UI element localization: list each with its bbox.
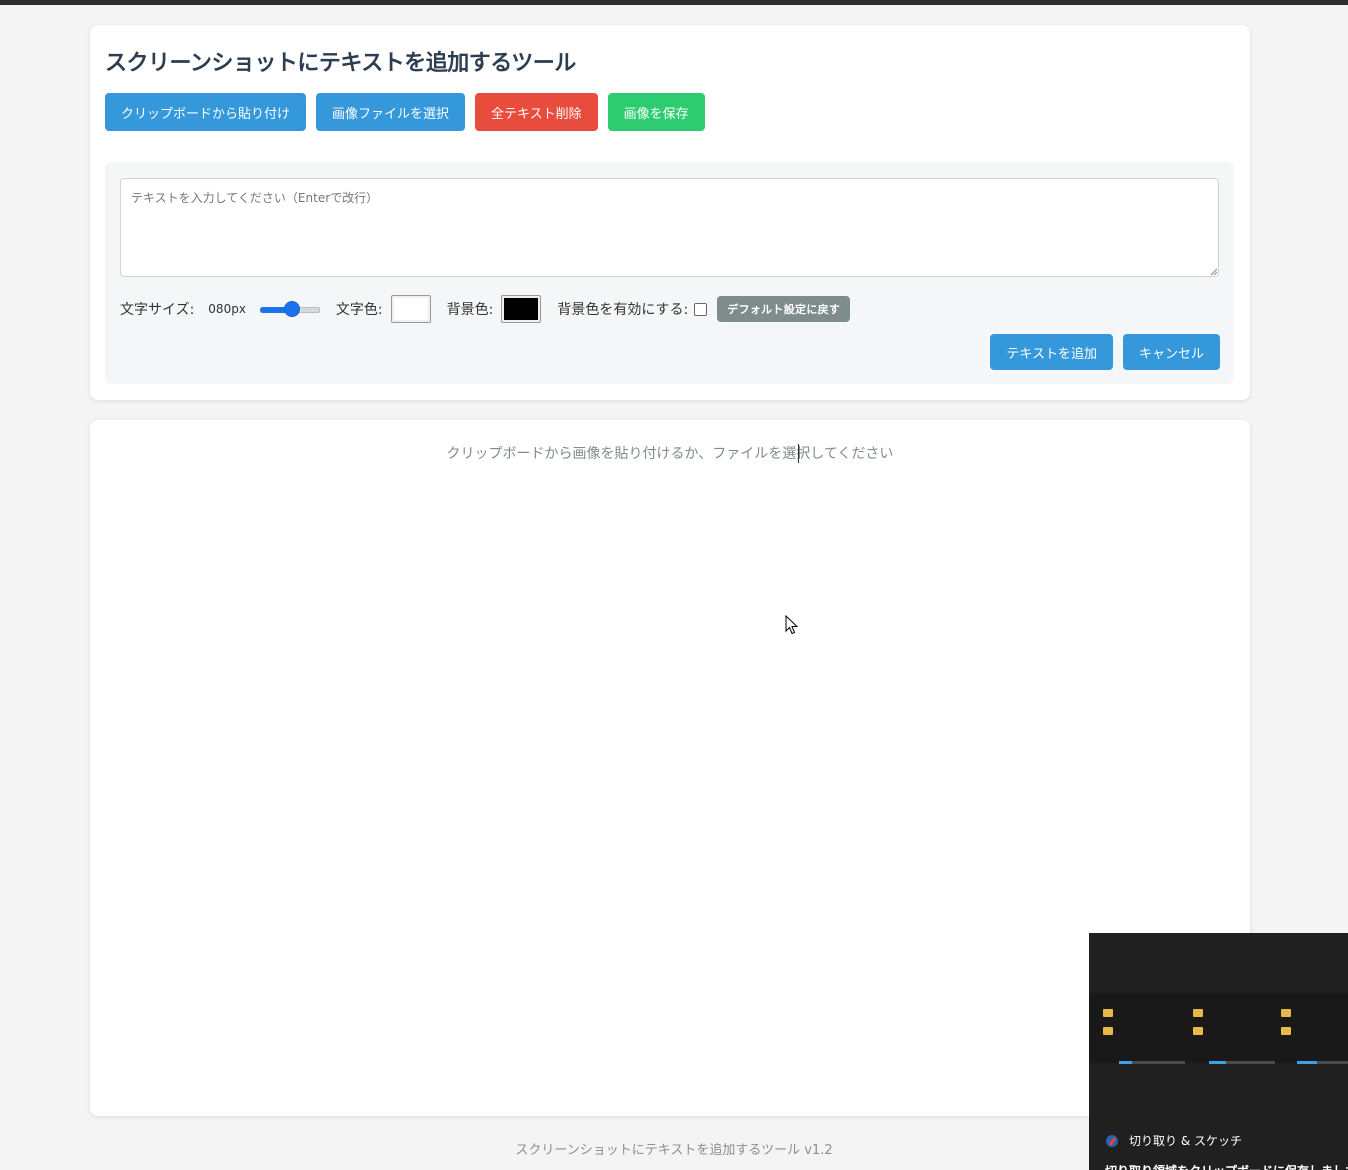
add-text-button[interactable]: テキストを追加 — [990, 334, 1113, 370]
bg-enable-label: 背景色を有効にする: — [557, 302, 689, 318]
drive-usage-bar — [1297, 1061, 1348, 1064]
folder-icon — [1281, 1009, 1291, 1017]
text-input[interactable] — [120, 178, 1219, 277]
drive-usage-bar — [1209, 1061, 1275, 1064]
text-caret — [798, 444, 799, 463]
browser-top-edge — [0, 0, 1348, 5]
resize-grip-icon[interactable] — [1210, 268, 1218, 276]
slider-thumb[interactable] — [283, 301, 300, 317]
bg-color-label: 背景色: — [446, 302, 494, 318]
controls-card: スクリーンショットにテキストを追加するツール クリップボードから貼り付け 画像フ… — [90, 25, 1250, 400]
cancel-button[interactable]: キャンセル — [1122, 334, 1220, 370]
font-size-value: 080px — [208, 302, 246, 316]
font-size-label: 文字サイズ: — [120, 302, 195, 318]
reset-defaults-button[interactable]: デフォルト設定に戻す — [717, 296, 851, 322]
mouse-pointer-icon — [785, 615, 799, 635]
toolbar: クリップボードから貼り付け 画像ファイルを選択 全テキスト削除 画像を保存 — [105, 93, 705, 131]
snip-app-name: 切り取り & スケッチ — [1129, 1134, 1242, 1148]
text-editor-panel: 文字サイズ: 080px 文字色: 背景色: 背景色を有効にする: デフォルト設… — [105, 162, 1234, 384]
drive-usage-bar — [1119, 1061, 1185, 1064]
snip-sketch-app-icon — [1106, 1134, 1118, 1147]
text-color-picker[interactable] — [390, 295, 431, 323]
bg-enable-checkbox[interactable] — [694, 302, 708, 316]
folder-icon — [1103, 1009, 1113, 1017]
folder-icon — [1281, 1027, 1291, 1035]
bg-color-picker[interactable] — [501, 295, 542, 323]
canvas-empty-message: クリップボードから画像を貼り付けるか、ファイルを選択してください — [446, 446, 894, 462]
bg-color-swatch — [504, 298, 539, 320]
page-title: スクリーンショットにテキストを追加するツール — [105, 51, 576, 76]
text-color-swatch — [393, 298, 428, 320]
snip-preview-thumbnail — [1089, 993, 1348, 1064]
save-image-button[interactable]: 画像を保存 — [607, 93, 705, 131]
editor-actions: テキストを追加 キャンセル — [990, 334, 1220, 370]
folder-icon — [1103, 1027, 1113, 1035]
folder-icon — [1193, 1027, 1203, 1035]
delete-all-text-button[interactable]: 全テキスト削除 — [475, 93, 598, 131]
style-controls: 文字サイズ: 080px 文字色: 背景色: 背景色を有効にする: デフォルト設… — [120, 294, 851, 324]
paste-clipboard-button[interactable]: クリップボードから貼り付け — [105, 93, 307, 131]
snip-app-row: 切り取り & スケッチ — [1105, 1132, 1242, 1149]
canvas-area[interactable]: クリップボードから画像を貼り付けるか、ファイルを選択してください — [90, 420, 1250, 1116]
text-color-label: 文字色: — [335, 302, 383, 318]
snip-notification-toast[interactable]: 切り取り & スケッチ 切り取り領域をクリップボードに保存しました — [1089, 933, 1348, 1170]
select-image-file-button[interactable]: 画像ファイルを選択 — [316, 93, 466, 131]
font-size-slider[interactable] — [259, 301, 320, 317]
folder-icon — [1193, 1009, 1203, 1017]
snip-message: 切り取り領域をクリップボードに保存しました — [1105, 1162, 1348, 1170]
